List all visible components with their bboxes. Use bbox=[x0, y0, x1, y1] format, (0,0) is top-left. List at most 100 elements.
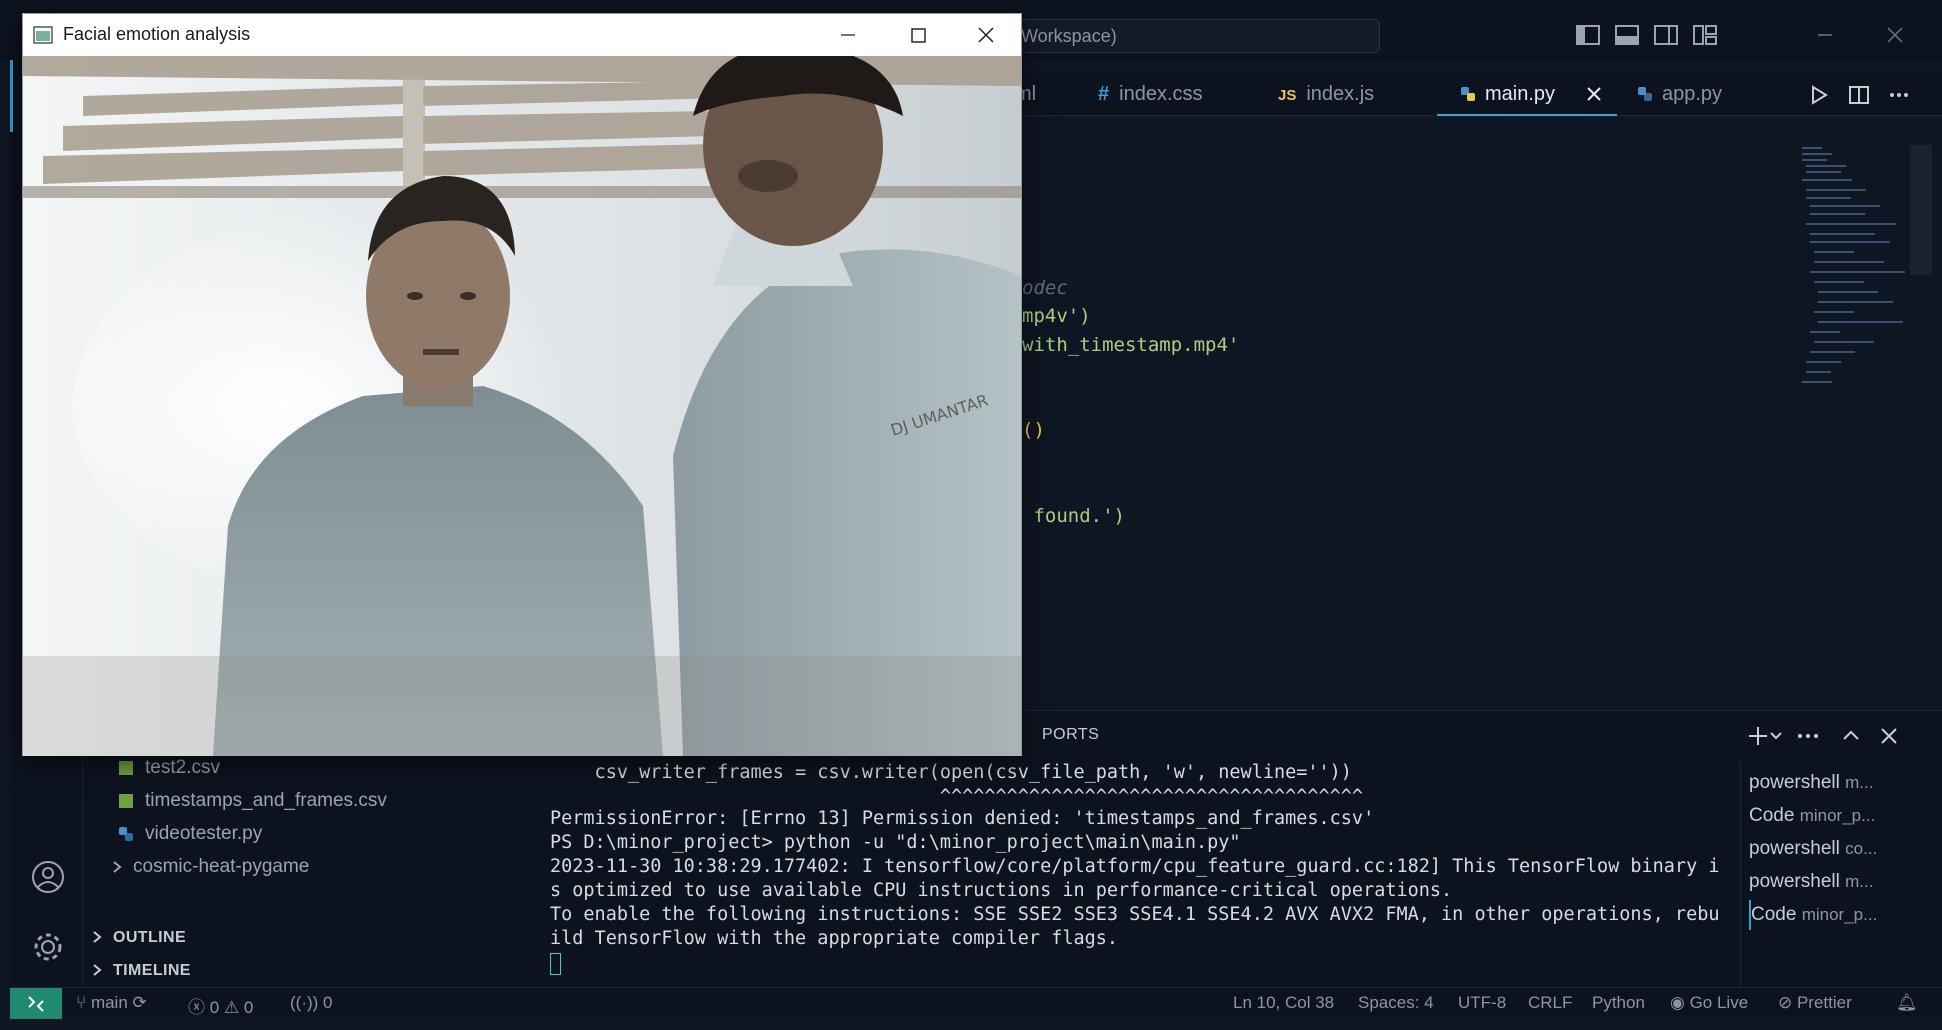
terminal-line: PermissionError: [Errno 13] Permission d… bbox=[550, 808, 1375, 829]
maximize-icon[interactable] bbox=[883, 14, 953, 56]
tab-ports[interactable]: PORTS bbox=[1042, 726, 1099, 744]
file-item[interactable]: videotester.py bbox=[145, 823, 262, 845]
run-icon[interactable] bbox=[1808, 84, 1830, 106]
js-file-icon: JS bbox=[1278, 87, 1297, 104]
error-count: 0 bbox=[209, 998, 220, 1017]
status-bar: ⑂ main ⟳ ⓧ 0 ⚠ 0 ((·)) 0 Ln 10, Col 38 S… bbox=[10, 987, 1942, 1019]
terminal-item[interactable]: powershell m... bbox=[1749, 867, 1939, 897]
ports-count: 0 bbox=[323, 993, 333, 1012]
vscode-minimize-icon[interactable] bbox=[1810, 20, 1840, 50]
settings-gear-icon[interactable] bbox=[31, 930, 65, 964]
terminal-name: powershell bbox=[1749, 871, 1840, 892]
notifications-bell-icon[interactable]: 🔔︎ bbox=[1896, 993, 1918, 1013]
facial-emotion-window[interactable]: Facial emotion analysis DJ UMANTAR bbox=[22, 13, 1022, 756]
prettier[interactable]: ⊘ Prettier bbox=[1778, 993, 1852, 1013]
tab-label: app.py bbox=[1662, 83, 1723, 105]
terminal-sub: m... bbox=[1845, 773, 1874, 792]
terminal-sub: m... bbox=[1845, 872, 1874, 891]
terminal-name: Code bbox=[1751, 904, 1797, 925]
tab-index-js[interactable]: JS index.js bbox=[1278, 72, 1374, 116]
app-window-icon bbox=[33, 26, 53, 44]
css-file-icon: # bbox=[1098, 83, 1110, 105]
window-titlebar[interactable]: Facial emotion analysis bbox=[23, 14, 1021, 56]
tab-label: index.css bbox=[1119, 83, 1203, 105]
command-center[interactable]: Workspace) bbox=[1000, 19, 1380, 53]
tab-app-py[interactable]: app.py bbox=[1636, 72, 1722, 116]
file-item[interactable]: test2.csv bbox=[145, 757, 220, 779]
chevron-right-icon bbox=[93, 964, 102, 976]
explorer-panel: test2.csv timestamps_and_frames.csv vide… bbox=[83, 745, 520, 987]
terminal-name: powershell bbox=[1749, 772, 1840, 793]
python-file-icon bbox=[1638, 87, 1652, 101]
terminal-line: 2023-11-30 10:38:29.177402: I tensorflow… bbox=[550, 856, 1720, 877]
tab-index-css[interactable]: # index.css bbox=[1098, 72, 1203, 116]
timeline-section[interactable]: TIMELINE bbox=[113, 962, 191, 980]
maximize-panel-icon[interactable] bbox=[1838, 723, 1864, 749]
chevron-right-icon bbox=[113, 861, 122, 873]
tab-label: index.js bbox=[1306, 83, 1375, 105]
language-mode[interactable]: Python bbox=[1592, 993, 1645, 1013]
more-actions-icon[interactable] bbox=[1888, 84, 1910, 106]
warning-count: 0 bbox=[243, 998, 254, 1017]
encoding[interactable]: UTF-8 bbox=[1458, 993, 1506, 1013]
problems-indicator[interactable]: ⓧ 0 ⚠ 0 bbox=[188, 993, 253, 1018]
tab-main-py[interactable]: main.py bbox=[1437, 72, 1617, 116]
code-line: () bbox=[1022, 419, 1045, 441]
editor-tab-bar: ml # index.css JS index.js main.py app.py bbox=[1000, 72, 1942, 116]
terminal-name: Code bbox=[1749, 805, 1795, 826]
panel-more-icon[interactable] bbox=[1795, 723, 1821, 749]
csv-file-icon bbox=[119, 794, 133, 808]
line-ending[interactable]: CRLF bbox=[1528, 993, 1572, 1013]
chevron-right-icon bbox=[93, 931, 102, 943]
chevron-down-icon[interactable] bbox=[1768, 723, 1784, 749]
branch-icon: ⑂ bbox=[76, 993, 91, 1012]
file-item[interactable]: timestamps_and_frames.csv bbox=[145, 790, 387, 812]
minimap[interactable] bbox=[1800, 145, 1910, 405]
terminal-line: ^^^^^^^^^^^^^^^^^^^^^^^^^^^^^^^^^^^^^^ bbox=[550, 786, 1364, 807]
account-icon[interactable] bbox=[31, 860, 65, 894]
ports-indicator[interactable]: ((·)) 0 bbox=[290, 993, 333, 1013]
customize-layout-icon[interactable] bbox=[1690, 20, 1720, 50]
prettier-icon: ⊘ bbox=[1778, 993, 1797, 1012]
toggle-panel-icon[interactable] bbox=[1612, 20, 1642, 50]
outline-section[interactable]: OUTLINE bbox=[113, 929, 186, 947]
terminal-line: PS D:\minor_project> python -u "d:\minor… bbox=[550, 832, 1241, 853]
indentation[interactable]: Spaces: 4 bbox=[1358, 993, 1434, 1013]
broadcast-icon: ((·)) bbox=[290, 993, 324, 1012]
window-title: Facial emotion analysis bbox=[63, 24, 251, 44]
floor-shadow bbox=[23, 656, 1021, 756]
terminal-item[interactable]: powershell co... bbox=[1749, 834, 1939, 864]
camera-feed: DJ UMANTAR bbox=[23, 56, 1021, 756]
terminal-item[interactable]: Code minor_p... bbox=[1749, 801, 1939, 831]
active-view-indicator bbox=[10, 60, 13, 132]
terminal-sub: co... bbox=[1845, 839, 1878, 858]
toggle-secondary-sidebar-icon[interactable] bbox=[1651, 20, 1681, 50]
editor-scrollbar[interactable] bbox=[1910, 145, 1932, 275]
cursor-position[interactable]: Ln 10, Col 38 bbox=[1233, 993, 1334, 1013]
terminal-output[interactable]: csv_writer_frames = csv.writer(open(csv_… bbox=[550, 761, 1730, 991]
terminal-list: powershell m... Code minor_p... powershe… bbox=[1740, 761, 1942, 991]
code-line: odec bbox=[1022, 277, 1068, 299]
terminal-item[interactable]: powershell m... bbox=[1749, 768, 1939, 798]
branch-indicator[interactable]: ⑂ main ⟳ bbox=[76, 993, 147, 1013]
minimize-icon[interactable] bbox=[813, 14, 883, 56]
branch-name: main bbox=[90, 993, 128, 1012]
terminal-item[interactable]: Code minor_p... bbox=[1749, 900, 1939, 930]
folder-item[interactable]: cosmic-heat-pygame bbox=[133, 856, 309, 878]
code-line: mp4v') bbox=[1022, 305, 1091, 327]
close-icon[interactable] bbox=[951, 14, 1021, 56]
python-file-icon bbox=[1461, 87, 1475, 101]
terminal-cursor bbox=[550, 953, 561, 975]
remote-icon bbox=[28, 996, 44, 1012]
toggle-primary-sidebar-icon[interactable] bbox=[1573, 20, 1603, 50]
tab-close-icon[interactable] bbox=[1585, 85, 1603, 103]
tab-label: main.py bbox=[1485, 83, 1556, 105]
vscode-close-icon[interactable] bbox=[1880, 20, 1910, 50]
remote-indicator[interactable] bbox=[10, 988, 62, 1019]
broadcast-icon: ◉ bbox=[1670, 993, 1690, 1012]
terminal-line: csv_writer_frames = csv.writer(open(csv_… bbox=[550, 762, 1352, 783]
split-editor-icon[interactable] bbox=[1848, 84, 1870, 106]
close-panel-icon[interactable] bbox=[1876, 723, 1902, 749]
go-live[interactable]: ◉ Go Live bbox=[1670, 993, 1748, 1013]
terminal-line: ild TensorFlow with the appropriate comp… bbox=[550, 928, 1119, 949]
